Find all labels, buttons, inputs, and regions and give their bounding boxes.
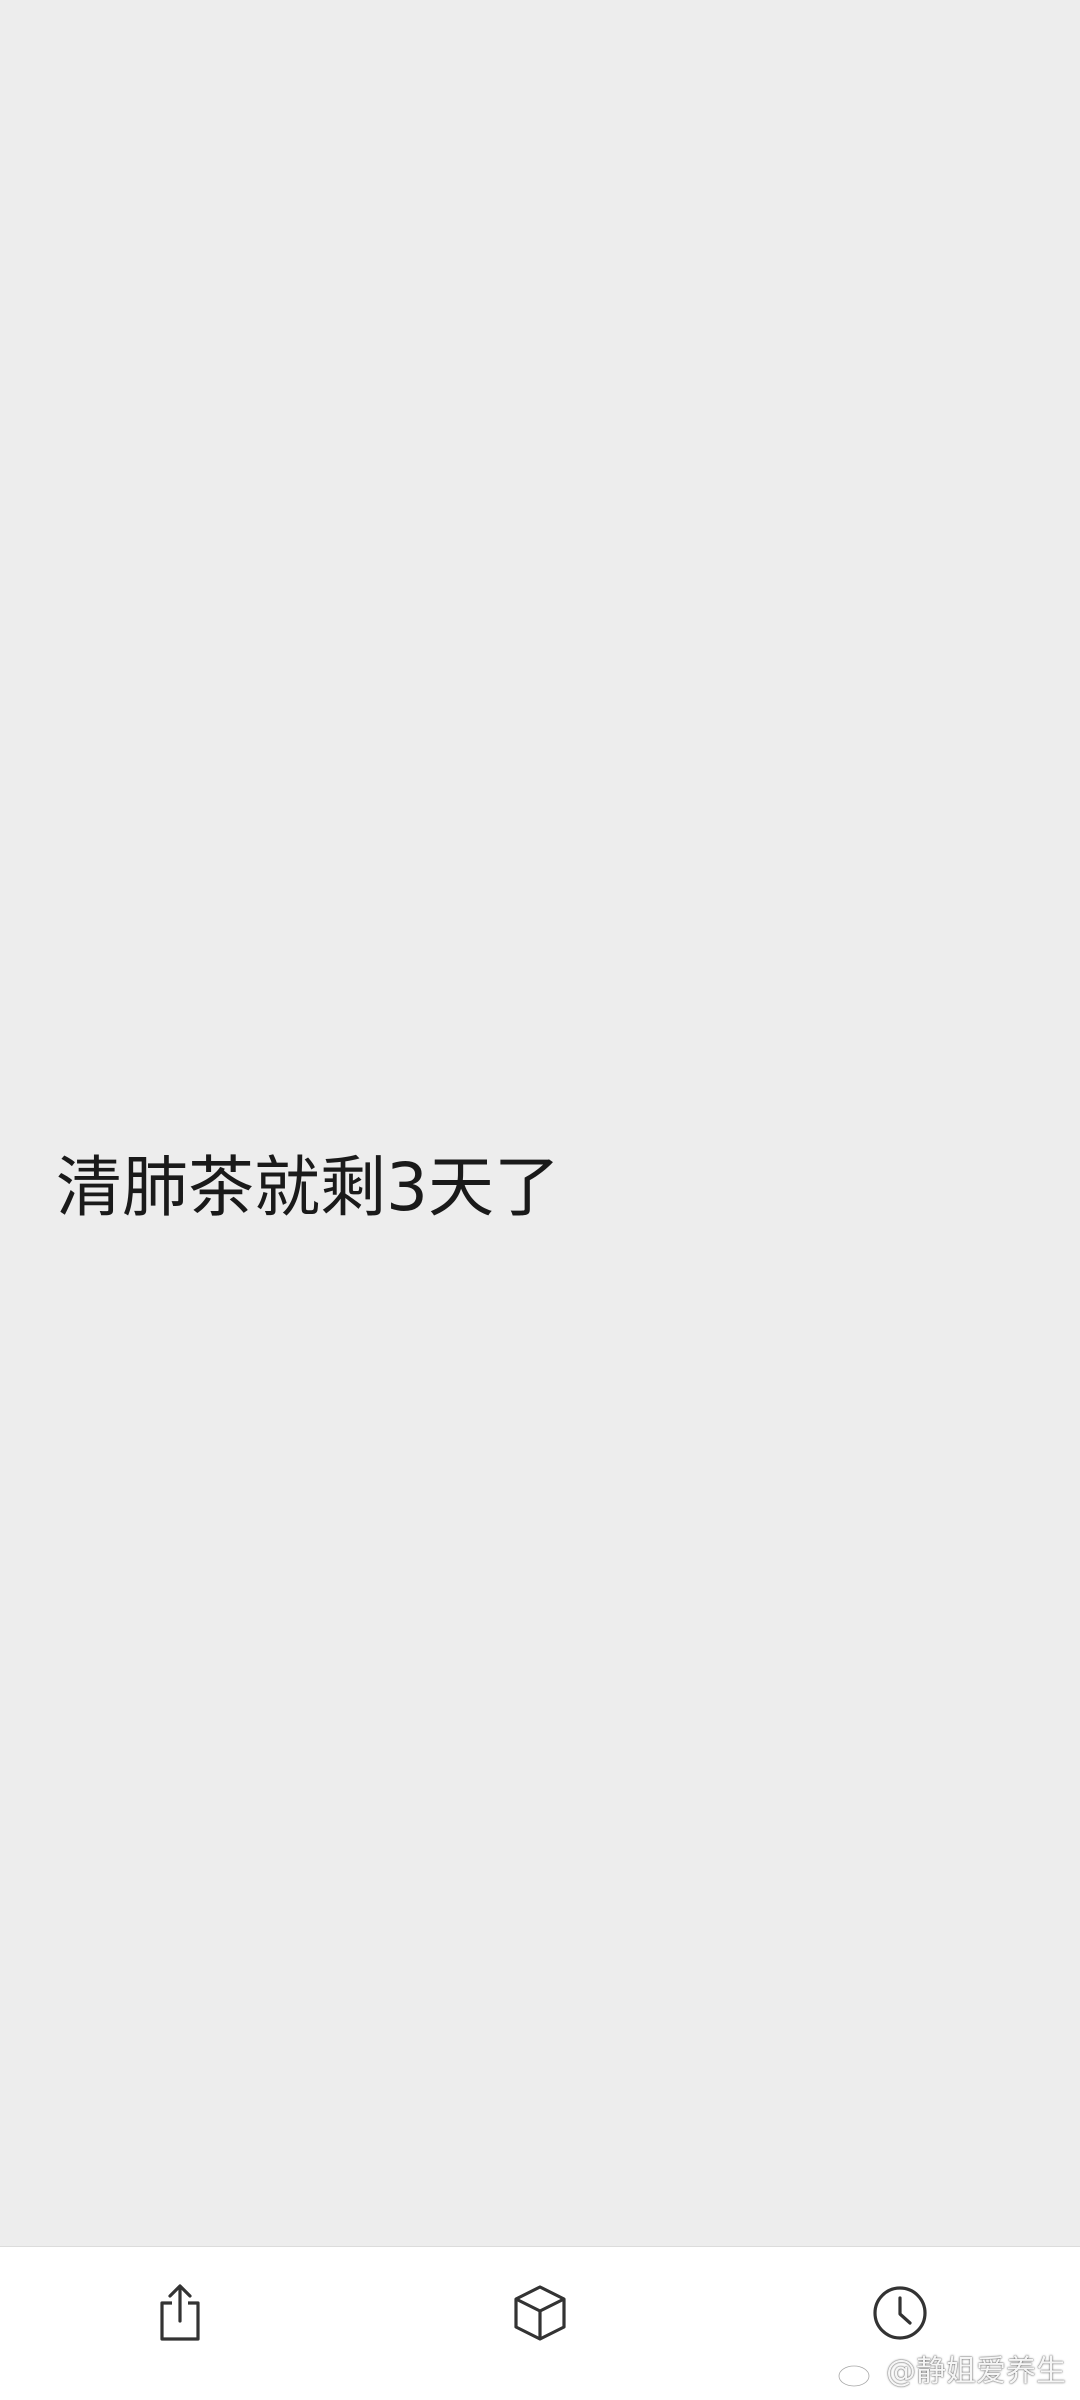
share-button[interactable] (140, 2273, 220, 2353)
cube-icon (514, 2285, 566, 2341)
bottom-toolbar: @静姐爱养生 (0, 2246, 1080, 2400)
share-icon (160, 2284, 200, 2341)
clock-icon (873, 2286, 927, 2340)
watermark: @静姐爱养生 (836, 2352, 1066, 2392)
watermark-text: @静姐爱养生 (886, 2354, 1066, 2389)
screen: 清肺茶就剩3天了 @静姐爱养生 (0, 0, 1080, 2400)
clock-button[interactable] (860, 2273, 940, 2353)
weibo-logo-icon (837, 2358, 878, 2388)
message-canvas: 清肺茶就剩3天了 (0, 0, 1080, 2246)
message-text: 清肺茶就剩3天了 (56, 1149, 560, 1226)
cube-button[interactable] (500, 2273, 580, 2353)
